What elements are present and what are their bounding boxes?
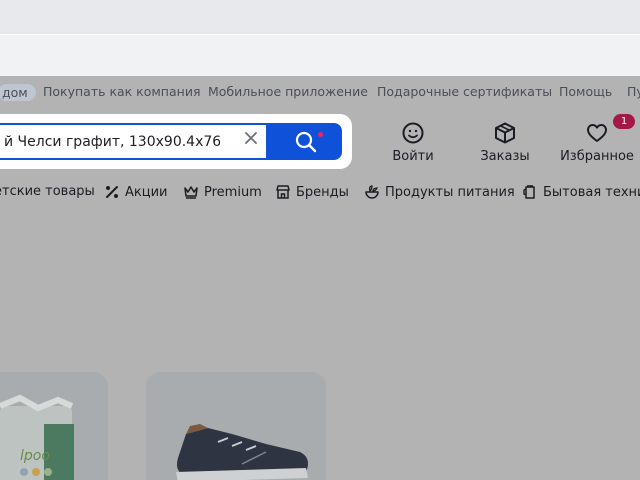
sparkle-dot-icon — [318, 132, 323, 137]
category-brands[interactable]: Бренды — [275, 184, 349, 200]
browser-address-bar[interactable] — [0, 34, 640, 76]
category-food[interactable]: Продукты питания — [364, 184, 515, 200]
category-sales-label: Акции — [125, 184, 168, 200]
top-link-business[interactable]: Покупать как компания — [43, 84, 200, 99]
store-icon — [276, 185, 290, 199]
category-brands-label: Бренды — [296, 184, 349, 200]
top-link-help[interactable]: Помощь — [559, 84, 612, 99]
search-button[interactable] — [268, 123, 342, 160]
category-appliances-label: Бытовая техника — [543, 184, 640, 200]
top-links-bar: дом Покупать как компания Мобильное прил… — [0, 80, 640, 104]
top-link-mobile-app[interactable]: Мобильное приложение — [208, 84, 368, 99]
food-bowl-icon — [365, 185, 379, 199]
box-icon — [495, 122, 515, 144]
login-label: Войти — [392, 149, 434, 164]
product-image-sneakers — [176, 424, 308, 480]
close-icon[interactable] — [243, 130, 259, 146]
category-premium-label: Premium — [204, 184, 262, 200]
product-card[interactable] — [146, 372, 326, 480]
percent-icon — [106, 186, 118, 198]
top-link-more[interactable]: Пу — [627, 84, 640, 99]
search-icon — [295, 131, 317, 153]
product-card[interactable]: lpoo — [0, 372, 108, 480]
favorites-label: Избранное — [560, 149, 634, 164]
category-appliances[interactable]: Бытовая техника — [522, 184, 640, 200]
orders-button[interactable]: Заказы — [476, 121, 534, 164]
category-food-label: Продукты питания — [385, 184, 515, 200]
svg-text:lpoo: lpoo — [20, 448, 50, 464]
category-nav: етские товары Акции Premium Бренды Проду… — [0, 184, 640, 204]
top-link-gift-cards[interactable]: Подарочные сертификаты — [377, 84, 552, 99]
orders-label: Заказы — [480, 149, 530, 164]
category-premium[interactable]: Premium — [183, 184, 262, 200]
kettle-icon — [523, 185, 535, 199]
product-image-diapers: lpoo — [0, 394, 74, 480]
crown-icon — [184, 186, 198, 199]
browser-tab-bar — [0, 0, 640, 34]
search-input[interactable]: й Челси графит, 130x90.4x76.8 см — [0, 123, 268, 160]
category-kids-label: етские товары — [0, 184, 95, 199]
category-kids[interactable]: етские товары — [0, 184, 95, 199]
top-link-pill[interactable]: дом — [0, 84, 36, 101]
login-button[interactable]: Войти — [386, 121, 440, 164]
heart-icon — [587, 124, 607, 142]
category-sales[interactable]: Акции — [104, 184, 168, 200]
favorites-count-badge: 1 — [613, 114, 635, 129]
smile-icon — [402, 122, 424, 144]
search-input-value: й Челси графит, 130x90.4x76.8 см — [4, 134, 220, 150]
